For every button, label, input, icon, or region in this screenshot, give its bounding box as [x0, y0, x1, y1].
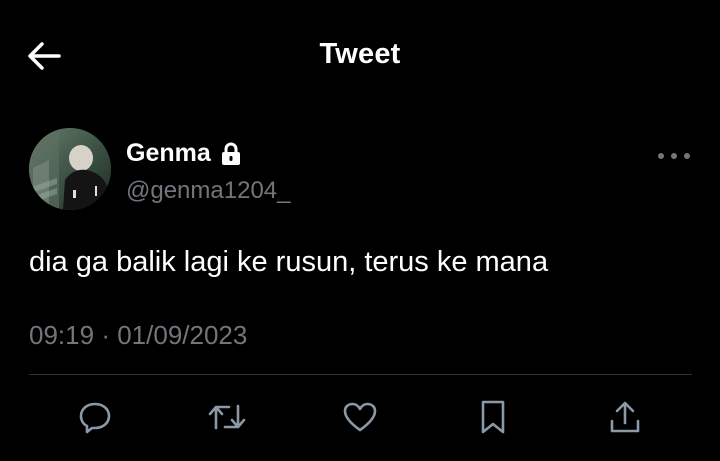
like-button[interactable]	[335, 392, 385, 442]
tweet-text: dia ga balik lagi ke rusun, terus ke man…	[29, 246, 549, 278]
more-icon	[657, 152, 691, 160]
bookmark-icon	[479, 399, 507, 435]
tweet-actions-bar	[0, 392, 720, 442]
user-handle[interactable]: @genma1204_	[126, 177, 290, 205]
tweet-date: 01/09/2023	[117, 320, 248, 350]
reply-button[interactable]	[70, 392, 120, 442]
heart-icon	[342, 401, 378, 433]
lock-icon	[221, 142, 241, 166]
tweet-time: 09:19	[29, 320, 95, 350]
display-name[interactable]: Genma	[126, 139, 211, 168]
retweet-icon	[207, 400, 247, 434]
divider	[29, 374, 692, 375]
share-button[interactable]	[600, 392, 650, 442]
top-bar: Tweet	[0, 0, 720, 110]
meta-separator: ·	[101, 320, 110, 350]
page-title: Tweet	[319, 38, 401, 70]
bookmark-button[interactable]	[468, 392, 518, 442]
retweet-button[interactable]	[202, 392, 252, 442]
avatar[interactable]	[29, 128, 111, 210]
share-icon	[608, 399, 642, 435]
author-name-row[interactable]: Genma	[126, 139, 241, 168]
more-options-button[interactable]	[654, 141, 694, 171]
reply-icon	[78, 400, 112, 434]
tweet-timestamp[interactable]: 09:19 · 01/09/2023	[29, 320, 247, 351]
